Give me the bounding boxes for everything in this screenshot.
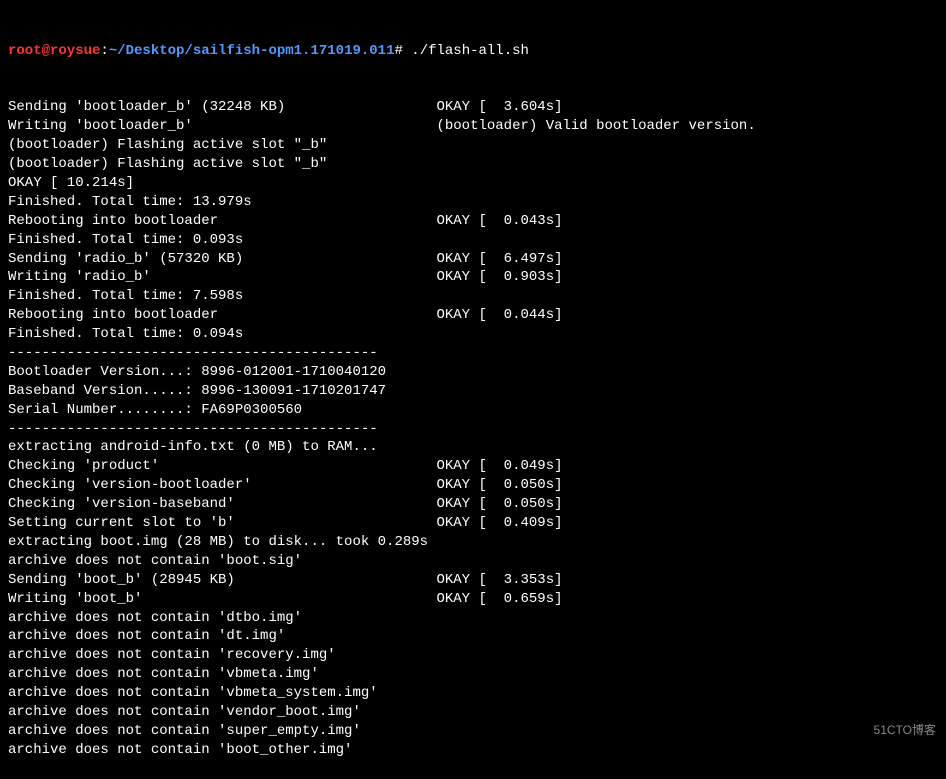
watermark: 51CTO博客 bbox=[874, 722, 936, 738]
output-line: Checking 'product' OKAY [ 0.049s] bbox=[8, 457, 938, 476]
output-line: Finished. Total time: 7.598s bbox=[8, 287, 938, 306]
prompt-user: root@roysue bbox=[8, 43, 100, 59]
output-line: archive does not contain 'vbmeta.img' bbox=[8, 665, 938, 684]
output-line: archive does not contain 'boot.sig' bbox=[8, 552, 938, 571]
output-line: Baseband Version.....: 8996-130091-17102… bbox=[8, 382, 938, 401]
output-line: archive does not contain 'dtbo.img' bbox=[8, 609, 938, 628]
output-line: extracting android-info.txt (0 MB) to RA… bbox=[8, 438, 938, 457]
output-line: extracting boot.img (28 MB) to disk... t… bbox=[8, 533, 938, 552]
output-line: ----------------------------------------… bbox=[8, 344, 938, 363]
prompt-line: root@roysue:~/Desktop/sailfish-opm1.1710… bbox=[8, 42, 938, 61]
output-line: Rebooting into bootloader OKAY [ 0.044s] bbox=[8, 306, 938, 325]
output-line: archive does not contain 'vbmeta_system.… bbox=[8, 684, 938, 703]
command-text: ./flash-all.sh bbox=[411, 43, 529, 59]
output-line: Writing 'boot_b' OKAY [ 0.659s] bbox=[8, 590, 938, 609]
output-line: (bootloader) Flashing active slot "_b" bbox=[8, 136, 938, 155]
output-line: Sending 'bootloader_b' (32248 KB) OKAY [… bbox=[8, 98, 938, 117]
prompt-colon: : bbox=[100, 43, 108, 59]
output-line: archive does not contain 'recovery.img' bbox=[8, 646, 938, 665]
output-line: archive does not contain 'super_empty.im… bbox=[8, 722, 938, 741]
output-line: Serial Number........: FA69P0300560 bbox=[8, 401, 938, 420]
output-line: OKAY [ 10.214s] bbox=[8, 174, 938, 193]
output-line: Sending 'radio_b' (57320 KB) OKAY [ 6.49… bbox=[8, 250, 938, 269]
output-line: Checking 'version-baseband' OKAY [ 0.050… bbox=[8, 495, 938, 514]
output-line: Writing 'bootloader_b' (bootloader) Vali… bbox=[8, 117, 938, 136]
output-line: Sending 'boot_b' (28945 KB) OKAY [ 3.353… bbox=[8, 571, 938, 590]
terminal-output[interactable]: root@roysue:~/Desktop/sailfish-opm1.1710… bbox=[8, 4, 938, 779]
output-lines: Sending 'bootloader_b' (32248 KB) OKAY [… bbox=[8, 98, 938, 759]
output-line: Finished. Total time: 0.093s bbox=[8, 231, 938, 250]
output-line: archive does not contain 'vendor_boot.im… bbox=[8, 703, 938, 722]
prompt-hash: # bbox=[394, 43, 402, 59]
prompt-path: ~/Desktop/sailfish-opm1.171019.011 bbox=[109, 43, 395, 59]
output-line: Setting current slot to 'b' OKAY [ 0.409… bbox=[8, 514, 938, 533]
output-line: Finished. Total time: 0.094s bbox=[8, 325, 938, 344]
output-line: Bootloader Version...: 8996-012001-17100… bbox=[8, 363, 938, 382]
output-line: (bootloader) Flashing active slot "_b" bbox=[8, 155, 938, 174]
output-line: archive does not contain 'dt.img' bbox=[8, 627, 938, 646]
output-line: Finished. Total time: 13.979s bbox=[8, 193, 938, 212]
output-line: Writing 'radio_b' OKAY [ 0.903s] bbox=[8, 268, 938, 287]
output-line: Rebooting into bootloader OKAY [ 0.043s] bbox=[8, 212, 938, 231]
output-line: Checking 'version-bootloader' OKAY [ 0.0… bbox=[8, 476, 938, 495]
output-line: ----------------------------------------… bbox=[8, 420, 938, 439]
